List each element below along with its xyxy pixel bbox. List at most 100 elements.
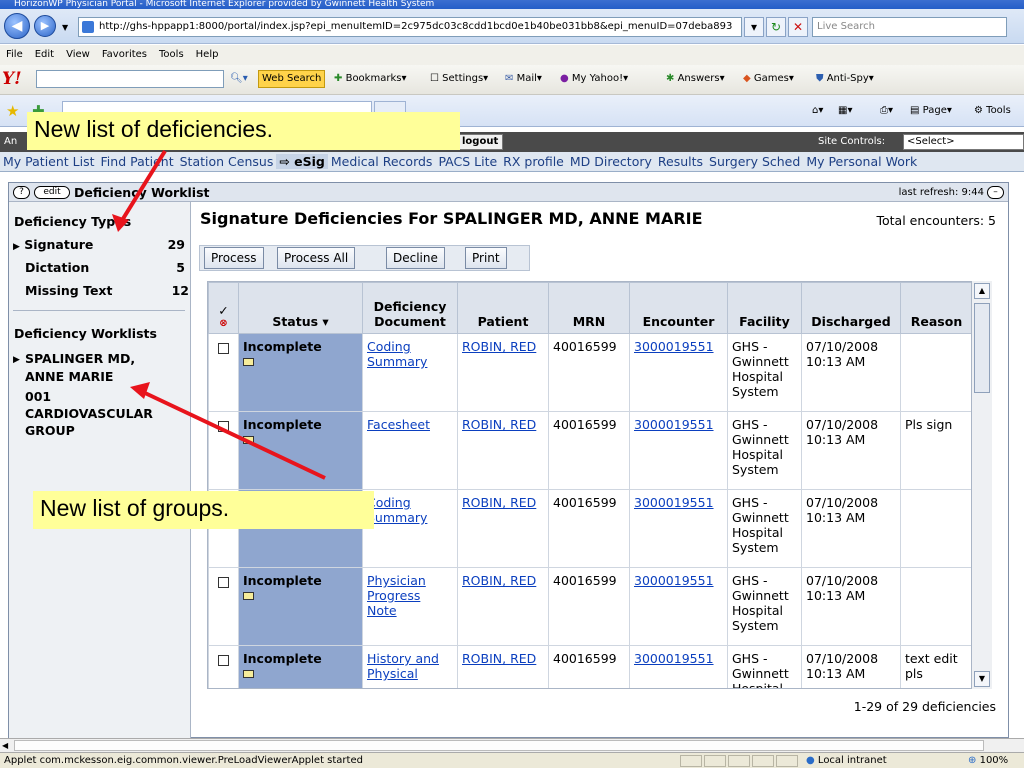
mrn-column-header[interactable]: MRN: [548, 282, 630, 334]
reason-column-header[interactable]: Reason: [900, 282, 973, 334]
history-dropdown-icon[interactable]: ▼: [62, 23, 68, 32]
facility-column-header[interactable]: Facility: [727, 282, 802, 334]
my-yahoo-button[interactable]: ● My Yahoo!▾: [560, 70, 628, 88]
mail-button[interactable]: ✉ Mail▾: [505, 70, 542, 88]
document-link[interactable]: Coding Summary: [367, 495, 427, 525]
forward-button[interactable]: ▶: [34, 15, 56, 37]
horizontal-scrollbar[interactable]: ◀: [0, 738, 1024, 752]
document-column-header[interactable]: Deficiency Document: [362, 282, 458, 334]
zone-indicator[interactable]: ● Local intranet: [806, 753, 887, 768]
worklist-item-spalinger[interactable]: ▶ SPALINGER MD, ANNE MARIE: [13, 350, 163, 386]
logout-button[interactable]: logout: [457, 134, 504, 150]
nav-surgery-sched[interactable]: Surgery Sched: [706, 154, 803, 169]
scroll-left-icon[interactable]: ◀: [2, 741, 8, 750]
favorites-star-icon[interactable]: ★: [6, 102, 19, 120]
print-button[interactable]: Print: [465, 247, 507, 269]
note-icon[interactable]: [243, 670, 254, 678]
row-checkbox[interactable]: [218, 421, 229, 432]
menu-help[interactable]: Help: [196, 49, 219, 60]
process-button[interactable]: Process: [204, 247, 264, 269]
table-row[interactable]: Incomplete Facesheet ROBIN, RED 40016599 300…: [208, 411, 973, 490]
patient-link[interactable]: ROBIN, RED: [462, 495, 536, 510]
nav-results[interactable]: Results: [655, 154, 706, 169]
back-button[interactable]: ◀: [4, 13, 30, 39]
encounter-link[interactable]: 3000019551: [634, 651, 714, 666]
encounter-link[interactable]: 3000019551: [634, 339, 714, 354]
patient-link[interactable]: ROBIN, RED: [462, 573, 536, 588]
menu-favorites[interactable]: Favorites: [102, 49, 147, 60]
scroll-thumb[interactable]: [974, 303, 990, 393]
web-search-button[interactable]: Web Search: [258, 70, 326, 88]
row-checkbox[interactable]: [218, 577, 229, 588]
deficiency-type-dictation[interactable]: Dictation 5: [25, 260, 185, 275]
horizontal-scroll-thumb[interactable]: [14, 740, 984, 751]
decline-button[interactable]: Decline: [386, 247, 445, 269]
edit-button[interactable]: edit: [34, 186, 70, 199]
patient-link[interactable]: ROBIN, RED: [462, 417, 536, 432]
clear-icon[interactable]: ⊗: [212, 318, 235, 329]
search-icon[interactable]: 🔍︎▾: [230, 70, 248, 88]
encounter-link[interactable]: 3000019551: [634, 417, 714, 432]
row-checkbox[interactable]: [218, 655, 229, 666]
nav-pacs-lite[interactable]: PACS Lite: [435, 154, 500, 169]
encounter-link[interactable]: 3000019551: [634, 495, 714, 510]
note-icon[interactable]: [243, 358, 254, 366]
document-link[interactable]: History and Physical: [367, 651, 439, 681]
select-column-header[interactable]: ✓ ⊗: [208, 282, 239, 334]
menu-file[interactable]: File: [6, 49, 23, 60]
zoom-control[interactable]: ⊕ 100%: [968, 753, 1008, 768]
page-menu[interactable]: ▤ Page▾: [910, 103, 952, 119]
scroll-down-icon[interactable]: ▼: [974, 671, 990, 687]
collapse-icon[interactable]: –: [987, 186, 1004, 199]
site-controls-select[interactable]: <Select>: [903, 134, 1024, 150]
address-dropdown-icon[interactable]: ▾: [744, 17, 764, 37]
tools-menu[interactable]: ⚙ Tools: [974, 103, 1011, 119]
patient-link[interactable]: ROBIN, RED: [462, 339, 536, 354]
table-row[interactable]: Incomplete History and Physical ROBIN, RED…: [208, 645, 973, 688]
settings-button[interactable]: ☐ Settings▾: [430, 70, 488, 88]
encounter-link[interactable]: 3000019551: [634, 573, 714, 588]
table-row[interactable]: Incomplete Physician Progress Note ROBIN, …: [208, 567, 973, 646]
row-checkbox[interactable]: [218, 343, 229, 354]
worklist-item-cardiovascular[interactable]: 001 CARDIOVASCULAR GROUP: [25, 388, 175, 439]
deficiency-type-signature[interactable]: ▶ Signature 29: [13, 237, 185, 252]
document-link[interactable]: Physician Progress Note: [367, 573, 426, 618]
games-button[interactable]: ◆ Games▾: [743, 70, 794, 88]
nav-medical-records[interactable]: Medical Records: [328, 154, 436, 169]
nav-find-patient[interactable]: Find Patient: [98, 154, 177, 169]
table-row[interactable]: Incomplete Coding Summary ROBIN, RED 400165…: [208, 333, 973, 412]
encounter-column-header[interactable]: Encounter: [629, 282, 728, 334]
feeds-icon[interactable]: ▦▾: [838, 103, 852, 119]
answers-button[interactable]: ✱ Answers▾: [666, 70, 725, 88]
document-link[interactable]: Coding Summary: [367, 339, 427, 369]
refresh-icon[interactable]: ↻: [766, 17, 786, 37]
note-icon[interactable]: [243, 592, 254, 600]
patient-column-header[interactable]: Patient: [457, 282, 549, 334]
help-button[interactable]: ?: [13, 186, 30, 199]
nav-rx-profile[interactable]: RX profile: [500, 154, 567, 169]
nav-station-census[interactable]: Station Census: [177, 154, 277, 169]
anti-spy-button[interactable]: ⛊ Anti-Spy▾: [816, 70, 874, 88]
nav-md-directory[interactable]: MD Directory: [567, 154, 655, 169]
stop-icon[interactable]: ✕: [788, 17, 808, 37]
bookmarks-button[interactable]: ✚ Bookmarks▾: [334, 70, 406, 88]
patient-link[interactable]: ROBIN, RED: [462, 651, 536, 666]
address-bar[interactable]: http://ghs-hppapp1:8000/portal/index.jsp…: [78, 17, 742, 37]
print-icon[interactable]: ⎙▾: [880, 103, 893, 119]
menu-tools[interactable]: Tools: [159, 49, 184, 60]
home-icon[interactable]: ⌂▾: [812, 103, 823, 119]
discharged-column-header[interactable]: Discharged: [801, 282, 901, 334]
note-icon[interactable]: [243, 436, 254, 444]
status-column-header[interactable]: Status ▾: [238, 282, 363, 334]
menu-edit[interactable]: Edit: [35, 49, 54, 60]
live-search-input[interactable]: Live Search: [812, 17, 1007, 37]
nav-my-patient-list[interactable]: My Patient List: [0, 154, 98, 169]
document-link[interactable]: Facesheet: [367, 417, 430, 432]
deficiency-type-missing-text[interactable]: Missing Text 12: [25, 283, 189, 298]
yahoo-logo-icon[interactable]: Y!: [2, 69, 22, 89]
nav-esig[interactable]: ⇨ eSig: [276, 154, 328, 169]
menu-view[interactable]: View: [66, 49, 90, 60]
table-scrollbar[interactable]: ▲ ▼: [971, 281, 992, 689]
nav-my-personal-work[interactable]: My Personal Work: [803, 154, 920, 169]
scroll-up-icon[interactable]: ▲: [974, 283, 990, 299]
